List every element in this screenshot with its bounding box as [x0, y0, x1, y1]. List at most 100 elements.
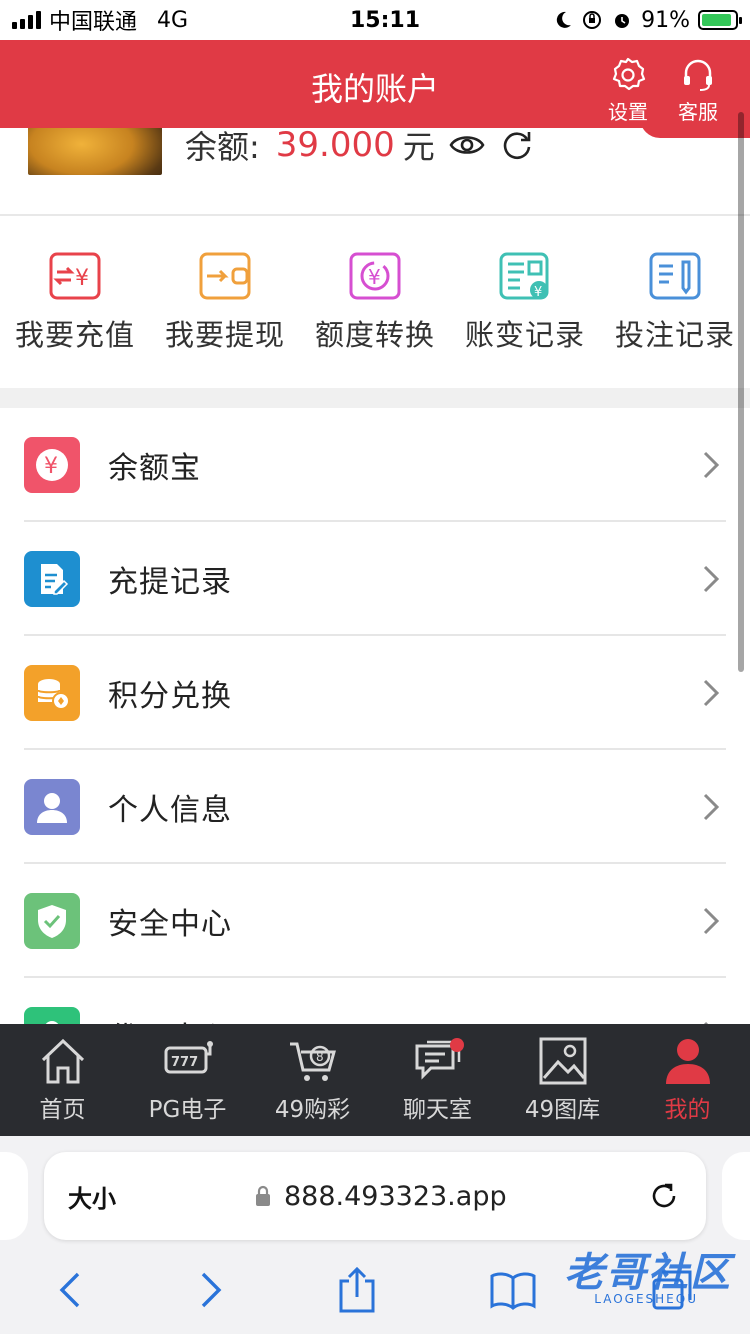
action-account-record[interactable]: ¥ 账变记录 — [450, 216, 600, 388]
tab-lottery[interactable]: 8 49购彩 — [250, 1024, 375, 1136]
action-account-record-label: 账变记录 — [464, 318, 585, 352]
menu-label: 充提记录 — [108, 565, 232, 600]
recharge-icon: ¥ — [49, 252, 101, 300]
action-bet-record-label: 投注记录 — [614, 318, 735, 352]
tab-label: 49图库 — [524, 1097, 601, 1123]
settings-label: 设置 — [608, 100, 648, 124]
tab-label: 我的 — [664, 1097, 711, 1123]
action-transfer-label: 额度转换 — [314, 318, 435, 352]
section-divider — [0, 388, 750, 408]
alarm-icon — [615, 14, 630, 28]
svg-text:¥: ¥ — [75, 266, 89, 291]
chevron-right-icon — [703, 451, 720, 479]
refresh-icon[interactable] — [499, 128, 535, 163]
slot-machine-icon: 777 — [164, 1041, 213, 1074]
service-label: 客服 — [678, 100, 718, 124]
balance-amount: 39.000 — [275, 128, 395, 165]
headset-icon — [684, 59, 712, 91]
menu-label: 安全中心 — [108, 907, 232, 942]
address-bar[interactable]: 大小 888.493323.app — [44, 1152, 706, 1240]
profile-section: 余额: 39.000 元 — [0, 128, 750, 216]
menu-item-deposit-withdraw-records[interactable]: 充提记录 — [0, 522, 750, 636]
forward-arrow-icon[interactable] — [197, 1270, 225, 1310]
withdraw-icon — [199, 252, 251, 300]
profile-tab-decoration — [640, 128, 750, 138]
status-bar: 中国联通 4G 15:11 91% — [0, 0, 750, 40]
shield-check-icon — [24, 893, 80, 949]
action-recharge[interactable]: ¥ 我要充值 — [0, 216, 150, 388]
tab-mine[interactable]: 我的 — [625, 1024, 750, 1136]
tab-home[interactable]: 首页 — [0, 1024, 125, 1136]
share-icon[interactable] — [337, 1265, 377, 1315]
svg-text:¥: ¥ — [534, 285, 542, 300]
menu-item-security-center[interactable]: 安全中心 — [0, 864, 750, 978]
tab-label: 首页 — [39, 1097, 86, 1123]
previous-tab-preview[interactable] — [0, 1152, 28, 1240]
url-text: 888.493323.app — [284, 1180, 507, 1212]
browser-chrome: 大小 888.493323.app 老哥社区 LAOGESHEQU — [0, 1136, 750, 1334]
coins-icon — [24, 665, 80, 721]
battery-icon — [698, 10, 742, 30]
notification-dot — [450, 1038, 464, 1052]
yen-icon: ¥ — [24, 437, 80, 493]
tab-label: 49购彩 — [274, 1097, 351, 1123]
chevron-right-icon — [703, 565, 720, 593]
eye-icon[interactable] — [449, 132, 485, 158]
tab-chat-room[interactable]: 聊天室 — [375, 1024, 500, 1136]
chevron-right-icon — [703, 907, 720, 935]
tab-label: PG电子 — [148, 1097, 227, 1123]
moon-icon — [556, 11, 572, 28]
menu-label: 积分兑换 — [108, 679, 232, 714]
account-record-icon: ¥ — [499, 252, 549, 300]
action-withdraw-label: 我要提现 — [164, 318, 285, 352]
user-icon — [24, 779, 80, 835]
image-icon — [539, 1037, 586, 1085]
chevron-right-icon — [703, 679, 720, 707]
balance-label: 余额: — [185, 128, 260, 166]
scrollbar[interactable] — [738, 112, 744, 672]
currency-label: 元 — [402, 128, 435, 166]
battery-percent: 91% — [641, 7, 690, 33]
tab-label: 聊天室 — [403, 1097, 472, 1123]
watermark-subtitle: LAOGESHEQU — [594, 1292, 698, 1306]
svg-text:¥: ¥ — [368, 265, 381, 289]
menu-item-points-exchange[interactable]: 积分兑换 — [0, 636, 750, 750]
reload-icon[interactable] — [648, 1180, 680, 1212]
svg-text:8: 8 — [316, 1050, 324, 1064]
tab-gallery[interactable]: 49图库 — [500, 1024, 625, 1136]
back-arrow-icon[interactable] — [56, 1270, 84, 1310]
signal-icon — [12, 11, 41, 29]
menu-item-yuebao[interactable]: ¥ 余额宝 — [0, 408, 750, 522]
text-size-button[interactable]: 大小 — [68, 1179, 218, 1214]
action-bet-record[interactable]: 投注记录 — [600, 216, 750, 388]
person-icon — [665, 1039, 710, 1084]
menu-list: ¥ 余额宝 充提记录 积分兑换 个人信息 安全中心 代理中心 — [0, 408, 750, 1092]
menu-item-personal-info[interactable]: 个人信息 — [0, 750, 750, 864]
svg-text:¥: ¥ — [44, 454, 58, 479]
action-transfer[interactable]: ¥ 额度转换 — [300, 216, 450, 388]
tab-pg-electronic[interactable]: 777 PG电子 — [125, 1024, 250, 1136]
cart-icon: 8 — [289, 1042, 336, 1081]
gear-icon — [612, 57, 646, 91]
svg-text:777: 777 — [171, 1055, 198, 1070]
chevron-right-icon — [703, 793, 720, 821]
next-tab-preview[interactable] — [722, 1152, 750, 1240]
carrier-name: 中国联通 — [49, 10, 138, 35]
bet-record-icon — [649, 252, 701, 300]
menu-label: 个人信息 — [108, 793, 232, 828]
rotation-lock-icon — [583, 11, 602, 29]
customer-service-button[interactable]: 客服 — [668, 56, 728, 125]
transfer-icon: ¥ — [349, 252, 401, 300]
bottom-tab-bar: 首页 777 PG电子 8 49购彩 聊天室 49图库 我的 — [0, 1024, 750, 1136]
network-type: 4G — [157, 7, 189, 33]
action-withdraw[interactable]: 我要提现 — [150, 216, 300, 388]
home-icon — [41, 1038, 84, 1084]
watermark-logo: 老哥社区 — [564, 1250, 732, 1296]
document-edit-icon — [24, 551, 80, 607]
bookmarks-icon[interactable] — [489, 1270, 537, 1310]
settings-button[interactable]: 设置 — [598, 56, 658, 125]
app-header: 我的账户 设置 客服 — [0, 40, 750, 128]
avatar[interactable] — [28, 128, 162, 175]
balance-row: 余额: 39.000 元 — [185, 128, 535, 168]
status-time: 15:11 — [349, 7, 421, 33]
